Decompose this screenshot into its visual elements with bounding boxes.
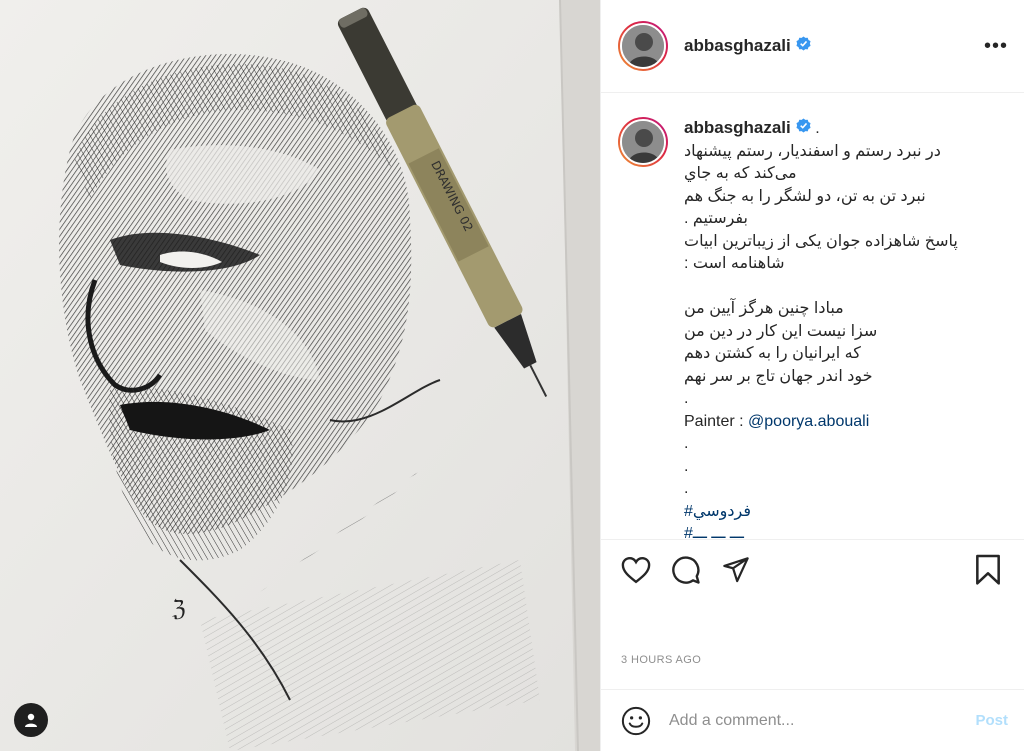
- post-timestamp[interactable]: 3 HOURS AGO: [621, 654, 701, 666]
- emoji-icon[interactable]: [621, 706, 651, 736]
- caption-line: [684, 276, 984, 299]
- painter-label: Painter :: [684, 412, 749, 430]
- caption-line: که ایرانیان را به کشتن دهم: [684, 345, 861, 362]
- caption-lines: در نبرد رستم و اسفندیار، رستم پیشنهاد می…: [684, 141, 984, 540]
- bookmark-icon[interactable]: [974, 554, 1002, 586]
- painter-credit: Painter : @poorya.abouali: [684, 411, 984, 434]
- comment-input[interactable]: [669, 711, 976, 730]
- post-details-panel: abbasghazali ••• abbasghazali . در نبرد …: [600, 0, 1024, 751]
- caption-line: در نبرد رستم و اسفندیار، رستم پیشنهاد: [684, 142, 941, 160]
- caption-avatar[interactable]: [618, 117, 668, 167]
- username-link[interactable]: abbasghazali: [684, 36, 791, 56]
- caption-line: می‌کند که به جاي: [684, 165, 797, 182]
- post-header: abbasghazali •••: [601, 0, 1024, 93]
- caption-line: .: [684, 390, 689, 407]
- avatar[interactable]: [618, 21, 668, 71]
- caption-line: پاسخ شاهزاده جوان یکی از زیباترین ابیات: [684, 232, 958, 250]
- post-image[interactable]: ℨ DRAWING 02: [0, 0, 600, 751]
- caption-suffix: .: [810, 120, 820, 137]
- heart-icon[interactable]: [621, 556, 651, 584]
- share-icon[interactable]: [721, 556, 751, 584]
- comment-bar: Post: [601, 689, 1024, 751]
- caption-line: بفرستیم .: [684, 210, 748, 227]
- sketch-illustration: ℨ DRAWING 02: [0, 0, 600, 751]
- more-options-icon[interactable]: •••: [984, 35, 1008, 58]
- painter-mention-link[interactable]: @poorya.abouali: [748, 413, 869, 430]
- user-tag-icon: [25, 713, 37, 727]
- caption-section: abbasghazali . در نبرد رستم و اسفندیار، …: [601, 94, 1024, 540]
- hashtag-link[interactable]: #ـــ ـــ ـــ: [684, 523, 984, 539]
- post-comment-button[interactable]: Post: [975, 712, 1008, 729]
- avatar-image: [622, 25, 664, 67]
- caption-text: abbasghazali . در نبرد رستم و اسفندیار، …: [684, 117, 984, 540]
- post-actions: [621, 552, 1002, 588]
- caption-line: خود اندر جهان تاج بر سر نهم: [684, 367, 873, 385]
- caption-line: شاهنامه است :: [684, 255, 785, 272]
- verified-badge-icon: [796, 117, 811, 141]
- caption-dot: .: [684, 480, 689, 497]
- caption-line: نبرد تن به تن، دو لشگر را به جنگ هم: [684, 187, 926, 205]
- caption-dot: .: [684, 457, 689, 475]
- caption-username[interactable]: abbasghazali: [684, 118, 791, 137]
- comment-icon[interactable]: [671, 555, 701, 585]
- caption-line: سزا نیست این کار در دین من: [684, 322, 878, 340]
- user-tag-button[interactable]: [14, 703, 48, 737]
- caption-dot: .: [684, 435, 689, 452]
- hashtag-link[interactable]: #فردوسي: [684, 501, 984, 524]
- verified-badge-icon: [796, 36, 811, 56]
- svg-text:ℨ: ℨ: [172, 597, 186, 622]
- caption-line: مبادا چنین هرگز آیین من: [684, 300, 844, 317]
- avatar-image: [622, 121, 664, 163]
